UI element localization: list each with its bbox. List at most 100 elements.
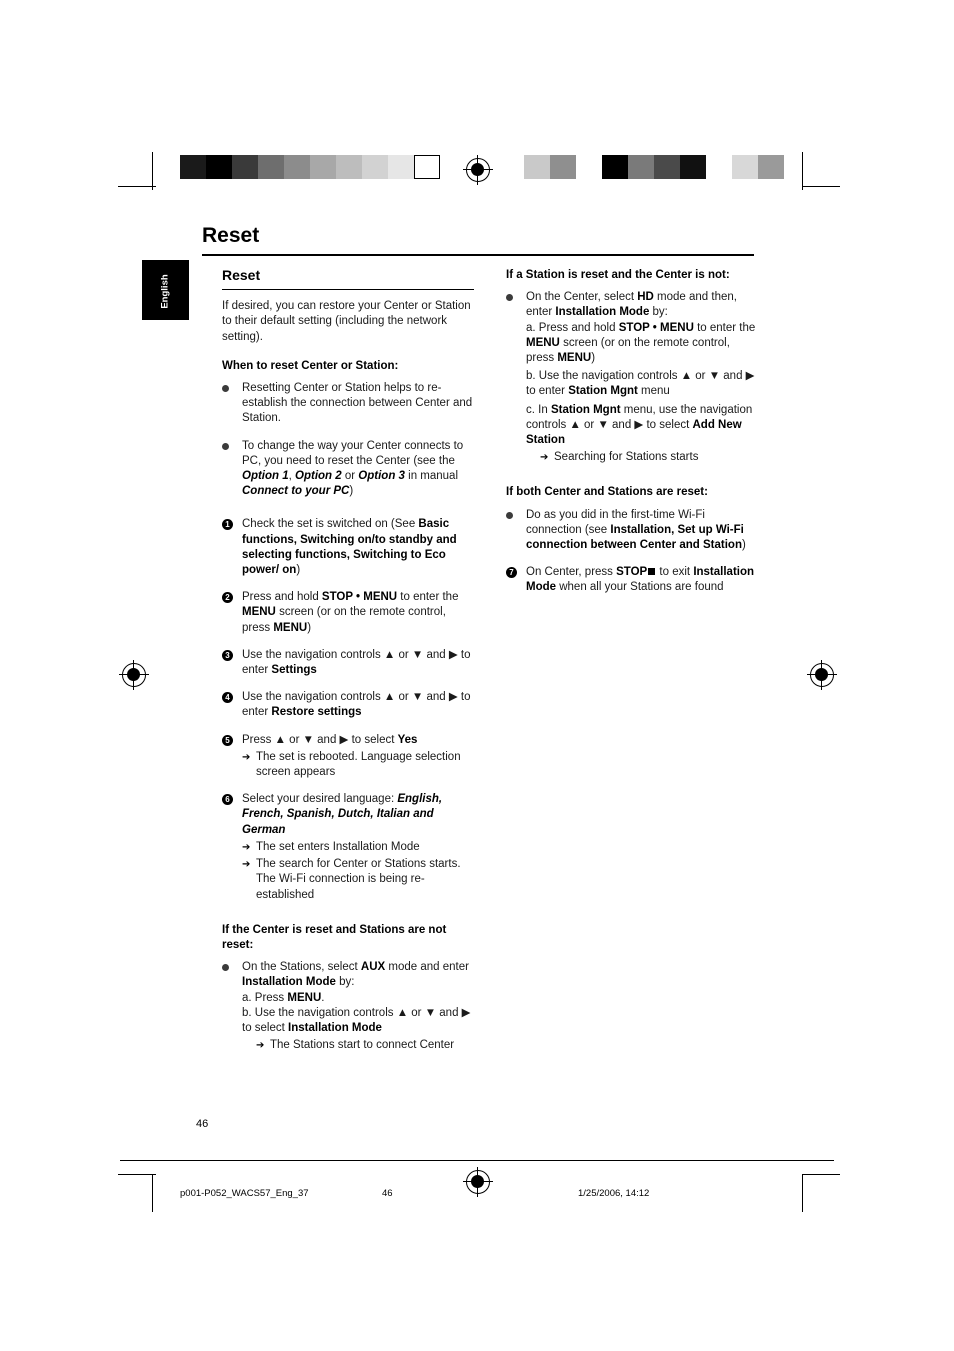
crop-mark-bottom-right-h — [802, 1174, 840, 1175]
bullet-reset-helps: Resetting Center or Station helps to re-… — [222, 381, 474, 427]
result-text: The set enters Installation Mode — [256, 840, 420, 853]
footer-page-number: 46 — [382, 1188, 393, 1199]
step-number-badge: 3 — [222, 649, 233, 661]
arrow-right-icon: ➔ — [242, 859, 251, 871]
footer-timestamp: 1/25/2006, 14:12 — [578, 1188, 650, 1199]
crop-mark-top-left-h — [118, 186, 156, 187]
step-7: 7 On Center, press STOP to exit Installa… — [506, 565, 758, 595]
substep-text: c. In — [526, 403, 551, 416]
bullet-text: by: — [335, 976, 355, 989]
result-text: The set is rebooted. Language selection … — [256, 750, 461, 779]
substep-b: b. Use the navigation controls ▲ or ▼ an… — [242, 1006, 474, 1036]
subheading-center-reset-stations-not: If the Center is reset and Stations are … — [222, 923, 447, 951]
option-3-ref: Option 3 — [358, 470, 405, 483]
installation-mode-label: Installation Mode — [242, 976, 336, 989]
station-mgnt-label: Station Mgnt — [550, 403, 621, 416]
crop-mark-bottom-right-v — [802, 1174, 803, 1212]
substep-a: a. Press MENU. — [242, 991, 474, 1006]
step-1: 1 Check the set is switched on (See Basi… — [222, 517, 474, 578]
step-number-badge: 4 — [222, 692, 233, 704]
installation-mode-label: Installation Mode — [555, 306, 650, 319]
crop-mark-bottom-left-h — [118, 1174, 156, 1175]
bullet-text: On the Center, select — [526, 291, 638, 304]
step-number-badge: 7 — [506, 567, 517, 579]
step-text: to exit — [656, 566, 694, 579]
step-number-badge: 5 — [222, 734, 233, 746]
registration-mark-right — [807, 660, 837, 690]
stop-square-icon — [648, 567, 656, 575]
subheading-both-reset: If both Center and Stations are reset: — [506, 486, 708, 499]
substep-text: a. Press and hold — [526, 321, 619, 334]
subheading-when-to-reset: When to reset Center or Station: — [222, 359, 399, 372]
step-bold: MENU — [242, 606, 276, 619]
substep-c: c. In Station Mgnt menu, use the navigat… — [526, 403, 758, 449]
section-rule — [222, 289, 474, 291]
step-bold: MENU — [273, 621, 308, 634]
substep-text: to enter the — [693, 321, 756, 334]
footer-file-name: p001-P052_WACS57_Eng_37 — [180, 1188, 309, 1199]
stations-connect-result: ➔ The Stations start to connect Center — [242, 1038, 474, 1053]
manual-ref: Connect to your PC — [242, 485, 350, 498]
bullet-stations-aux: On the Stations, select AUX mode and ent… — [222, 960, 474, 1053]
step-number-badge: 1 — [222, 519, 233, 531]
step-bold: Restore settings — [271, 706, 362, 719]
crop-mark-bottom-left-v — [152, 1174, 153, 1212]
menu-key-label: MENU — [287, 991, 322, 1004]
substep-text: . — [321, 991, 325, 1004]
bullet-dot-icon — [222, 385, 229, 393]
result-text: Searching for Stations starts — [554, 451, 699, 464]
intro-paragraph: If desired, you can restore your Center … — [222, 300, 471, 343]
installation-mode-label: Installation Mode — [288, 1021, 382, 1034]
step-text: Press ▲ or ▼ and ▶ to select — [242, 733, 398, 746]
bullet-change-connection: To change the way your Center connects t… — [222, 439, 474, 500]
separator: or — [341, 470, 359, 483]
bullet-text: mode and enter — [385, 961, 469, 974]
step-bold: Yes — [397, 733, 418, 746]
bullet-text: To change the way your Center connects t… — [242, 439, 464, 467]
bullet-text: by: — [649, 306, 668, 319]
document-page: Reset English Reset If desired, you can … — [0, 0, 954, 1351]
step-2: 2 Press and hold STOP • MENU to enter th… — [222, 590, 474, 636]
bullet-dot-icon — [222, 442, 229, 450]
step-bold: STOP • MENU — [321, 591, 398, 604]
substep-text: ) — [591, 352, 596, 365]
station-mgnt-label: Station Mgnt — [568, 385, 638, 398]
right-column: If a Station is reset and the Center is … — [506, 268, 758, 608]
bullet-center-hd-mode: On the Center, select HD mode and then, … — [506, 290, 758, 465]
step-text: ) — [296, 564, 301, 577]
bullet-text: ) — [741, 539, 746, 552]
step-6-result-1: ➔ The set enters Installation Mode — [242, 840, 474, 855]
page-title: Reset — [202, 224, 260, 247]
color-swatch-bar-left — [180, 155, 440, 179]
step-text: ) — [307, 621, 312, 634]
bullet-first-time-wifi: Do as you did in the first-time Wi-Fi co… — [506, 508, 758, 554]
step-text: Check the set is switched on (See — [242, 518, 419, 531]
crop-mark-top-right-h — [802, 186, 840, 187]
crop-mark-top-left-v — [152, 152, 153, 190]
searching-result: ➔ Searching for Stations starts — [526, 450, 758, 465]
step-text: to enter the — [397, 591, 459, 604]
step-4: 4 Use the navigation controls ▲ or ▼ and… — [222, 690, 474, 720]
subheading-station-reset-center-not: If a Station is reset and the Center is … — [506, 269, 730, 281]
substep-b: b. Use the navigation controls ▲ or ▼ an… — [526, 369, 758, 399]
step-text: On Center, press — [526, 566, 617, 579]
step-number-badge: 6 — [222, 794, 233, 806]
step-3: 3 Use the navigation controls ▲ or ▼ and… — [222, 648, 474, 678]
step-6-result-2: ➔ The search for Center or Stations star… — [242, 857, 474, 903]
substep-a: a. Press and hold STOP • MENU to enter t… — [526, 321, 758, 367]
registration-mark-left — [119, 660, 149, 690]
section-heading-reset: Reset — [222, 267, 261, 283]
registration-mark-bottom — [463, 1167, 493, 1197]
step-text: Select your desired language: — [242, 793, 398, 806]
crop-mark-top-right-v — [802, 152, 803, 190]
language-tab: English — [142, 260, 189, 320]
bullet-text: in manual — [404, 470, 458, 483]
bullet-text: Resetting Center or Station helps to re-… — [242, 382, 473, 425]
step-6: 6 Select your desired language: English,… — [222, 792, 474, 902]
bullet-dot-icon — [222, 964, 229, 972]
result-text: The search for Center or Stations starts… — [256, 858, 461, 901]
step-number-badge: 2 — [222, 592, 233, 604]
stop-key-label: STOP — [616, 566, 648, 579]
menu-key-label: MENU — [557, 352, 592, 365]
step-bold: Settings — [271, 664, 317, 677]
